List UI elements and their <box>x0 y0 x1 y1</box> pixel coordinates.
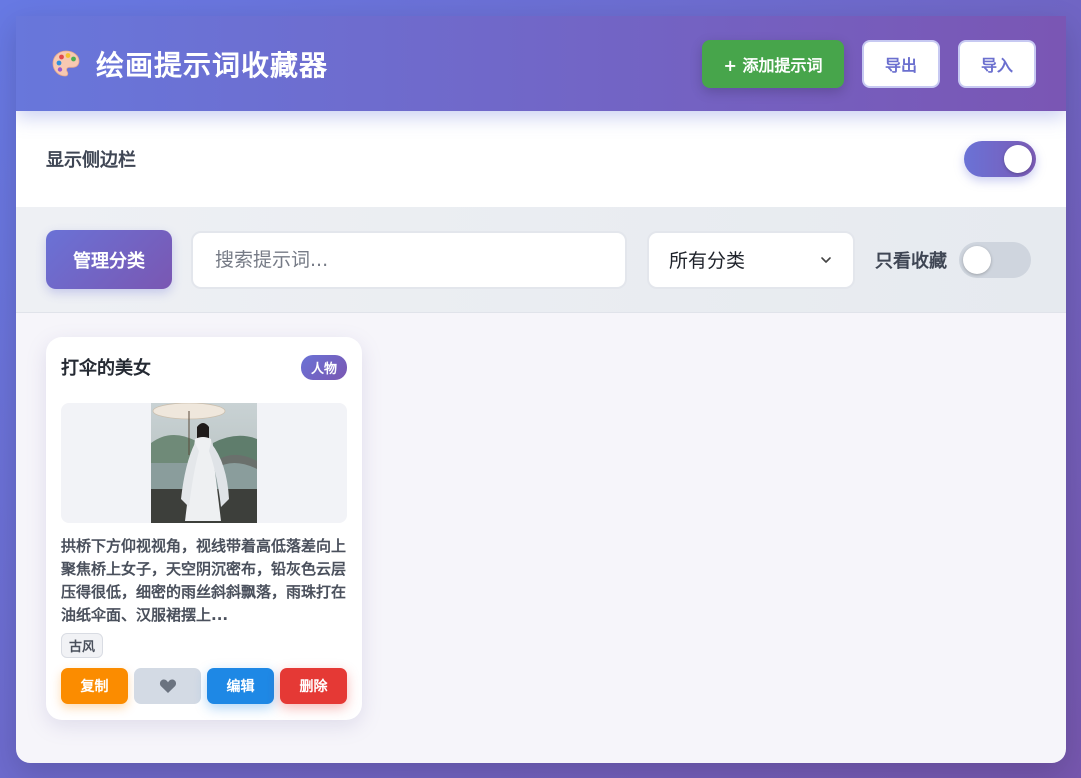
delete-button[interactable]: 删除 <box>280 668 347 704</box>
card-image-frame <box>61 403 347 523</box>
switch-knob <box>963 245 991 274</box>
category-badge: 人物 <box>300 354 347 380</box>
filter-bar: 管理分类 所有分类 只看收藏 <box>16 207 1066 313</box>
favorites-only-switch[interactable] <box>959 241 1031 278</box>
copy-button[interactable]: 复制 <box>61 668 128 704</box>
chevron-down-icon <box>821 256 831 263</box>
sidebar-toggle-row: 显示侧边栏 <box>16 111 1066 207</box>
card-header: 打伞的美女 人物 <box>61 351 347 383</box>
switch-knob <box>1004 145 1032 173</box>
prompt-card: 打伞的美女 人物 拱桥下方仰视视角，视线带着高低落差向上聚焦桥上女子，天空阴沉密… <box>46 337 362 720</box>
card-tag[interactable]: 古风 <box>61 633 104 658</box>
card-description: 拱桥下方仰视视角，视线带着高低落差向上聚焦桥上女子，天空阴沉密布，铅灰色云层压得… <box>61 537 347 624</box>
favorite-button[interactable] <box>134 668 201 704</box>
heart-icon <box>159 679 176 693</box>
favorites-only-label: 只看收藏 <box>875 250 947 272</box>
category-select-value: 所有分类 <box>669 250 746 272</box>
sidebar-toggle-switch[interactable] <box>964 141 1036 177</box>
card-title: 打伞的美女 <box>61 358 151 379</box>
prompt-grid: 打伞的美女 人物 拱桥下方仰视视角，视线带着高低落差向上聚焦桥上女子，天空阴沉密… <box>16 313 1066 744</box>
add-prompt-button[interactable]: + 添加提示词 <box>702 39 844 88</box>
search-input[interactable] <box>191 230 627 289</box>
category-select[interactable]: 所有分类 <box>647 230 855 289</box>
card-actions: 复制 编辑 删除 <box>61 668 347 704</box>
manage-categories-button[interactable]: 管理分类 <box>46 230 172 289</box>
export-button[interactable]: 导出 <box>862 39 940 88</box>
app-title: 绘画提示词收藏器 <box>96 48 329 82</box>
sidebar-toggle-label: 显示侧边栏 <box>46 150 136 171</box>
app-window: 绘画提示词收藏器 + 添加提示词 导出 导入 显示侧边栏 管理分类 所有分类 只… <box>16 16 1066 763</box>
palette-icon <box>52 50 80 76</box>
app-header: 绘画提示词收藏器 + 添加提示词 导出 导入 <box>16 16 1066 111</box>
card-image <box>151 403 257 523</box>
edit-button[interactable]: 编辑 <box>207 668 274 704</box>
import-button[interactable]: 导入 <box>958 39 1036 88</box>
